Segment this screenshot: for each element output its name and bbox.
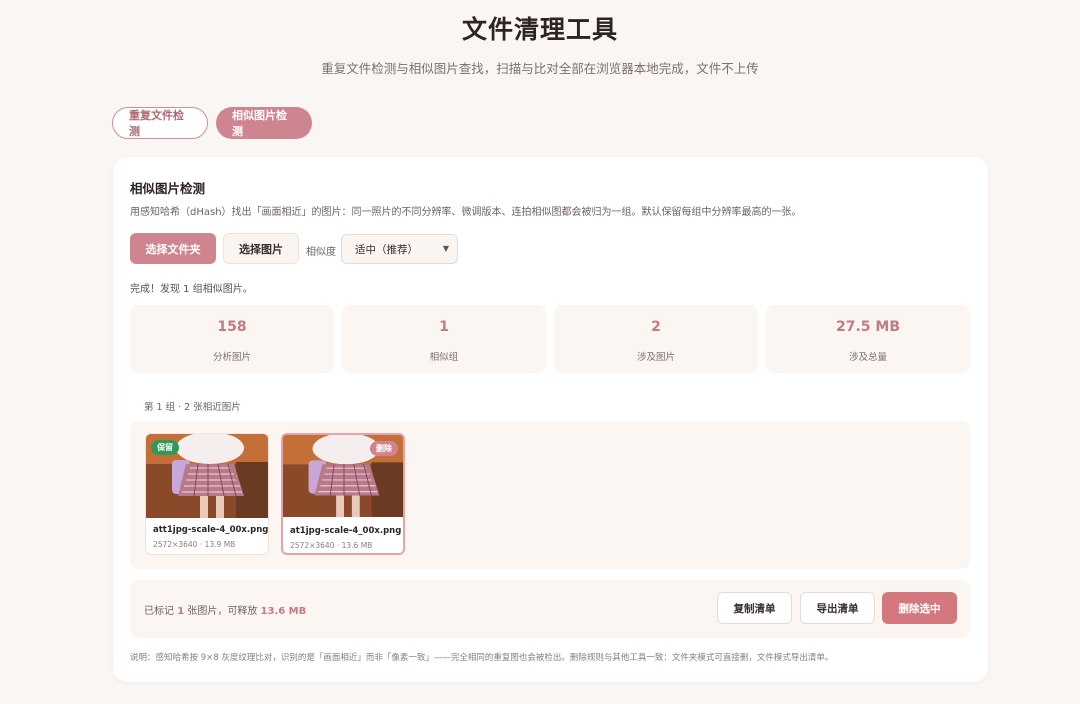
image-filename: att1jpg-scale-4_00x.png <box>153 525 269 535</box>
stat-label: 分析图片 <box>212 352 251 363</box>
mode-tabs: 重复文件检测 相似图片检测 <box>112 107 312 139</box>
stat-label: 涉及总量 <box>848 352 887 363</box>
similar-images-panel: 相似图片检测 用感知哈希（dHash）找出「画面相近」的图片：同一照片的不同分辨… <box>113 157 988 682</box>
page-subtitle: 重复文件检测与相似图片查找，扫描与比对全部在浏览器本地完成，文件不上传 <box>321 61 759 76</box>
stat-value: 2 <box>651 319 661 335</box>
summary-prefix: 已标记 <box>144 606 178 617</box>
group-heading: 第 1 组 · 2 张相近图片 <box>144 402 241 413</box>
keep-badge: 保留 <box>151 440 179 455</box>
summary-middle: 张图片，可释放 <box>184 606 261 617</box>
stat-label: 涉及图片 <box>636 352 675 363</box>
choose-images-button[interactable]: 选择图片 <box>223 233 299 264</box>
similarity-label: 相似度 <box>306 247 336 258</box>
tab-duplicate-files[interactable]: 重复文件检测 <box>112 107 208 139</box>
page-title: 文件清理工具 <box>461 15 618 44</box>
stat-card-size: 27.5 MB 涉及总量 <box>766 305 970 373</box>
section-title: 相似图片检测 <box>130 181 206 196</box>
image-card-delete[interactable]: 删除 at1jpg-scale-4_00x.png 2572×3640 · 13… <box>281 433 405 555</box>
stat-card-analyzed: 158 分析图片 <box>130 305 334 373</box>
stat-label: 相似组 <box>429 352 459 363</box>
image-meta: 2572×3640 · 13.9 MB <box>153 540 236 549</box>
copy-list-button[interactable]: 复制清单 <box>717 592 792 624</box>
similarity-select[interactable]: 适中（推荐） ▼ <box>341 234 458 264</box>
image-meta: 2572×3640 · 13.6 MB <box>290 541 373 550</box>
selection-summary: 已标记 1 张图片，可释放 13.6 MB <box>144 602 306 617</box>
action-bar: 已标记 1 张图片，可释放 13.6 MB 复制清单 导出清单 删除选中 <box>130 580 970 638</box>
image-filename: at1jpg-scale-4_00x.png <box>290 526 402 536</box>
stat-card-groups: 1 相似组 <box>342 305 546 373</box>
section-description: 用感知哈希（dHash）找出「画面相近」的图片：同一照片的不同分辨率、微调版本、… <box>130 207 802 218</box>
export-list-button[interactable]: 导出清单 <box>800 592 875 624</box>
similarity-select-value: 适中（推荐） <box>355 243 418 256</box>
similar-group: 保留 att1jpg-scale-4_00x.png 2572×3640 · 1… <box>130 421 970 569</box>
stat-card-images: 2 涉及图片 <box>554 305 758 373</box>
tab-similar-images[interactable]: 相似图片检测 <box>216 107 312 139</box>
choose-folder-button[interactable]: 选择文件夹 <box>130 233 216 264</box>
footnote: 说明：感知哈希按 9×8 灰度纹理比对，识别的是「画面相近」而非「像素一致」——… <box>130 653 834 663</box>
image-card-keep[interactable]: 保留 att1jpg-scale-4_00x.png 2572×3640 · 1… <box>145 433 269 555</box>
stat-value: 158 <box>217 319 247 335</box>
chevron-down-icon: ▼ <box>442 244 449 253</box>
delete-selected-button[interactable]: 删除选中 <box>882 592 957 624</box>
status-text: 完成！发现 1 组相似图片。 <box>130 284 253 295</box>
freeable-size: 13.6 MB <box>260 606 307 617</box>
delete-badge: 删除 <box>370 441 398 456</box>
stat-value: 1 <box>439 319 449 335</box>
stat-value: 27.5 MB <box>835 319 901 335</box>
